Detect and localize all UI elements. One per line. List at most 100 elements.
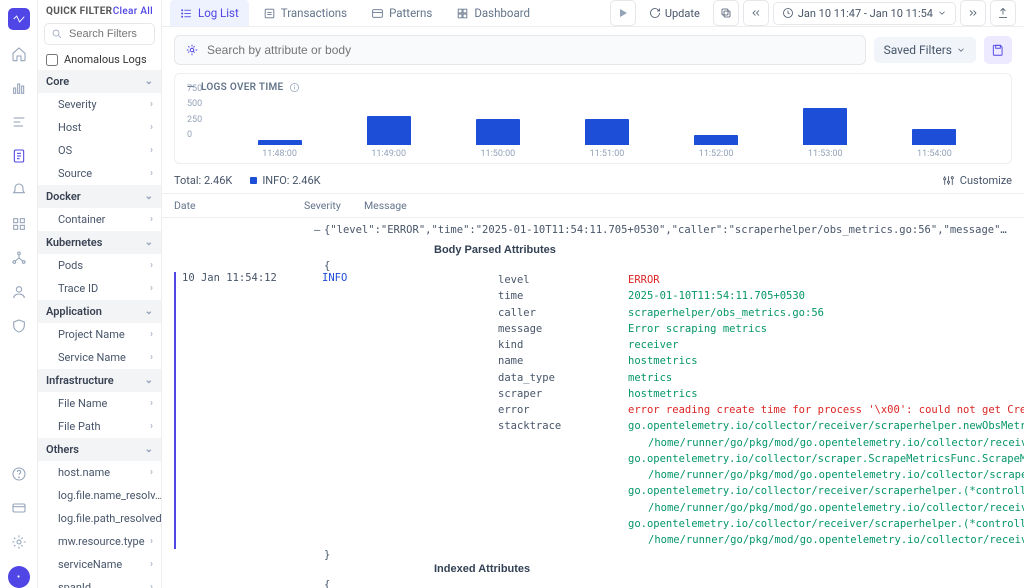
- tab-log-list[interactable]: Log List: [170, 0, 249, 26]
- grid-icon[interactable]: [9, 214, 29, 234]
- filter-item[interactable]: OS›: [38, 139, 161, 162]
- bar[interactable]: [585, 119, 629, 145]
- filter-item[interactable]: Trace ID›: [38, 277, 161, 300]
- stack-line: /home/runner/go/pkg/mod/go.opentelemetry…: [498, 500, 1024, 516]
- filter-group[interactable]: Others⌄: [38, 438, 161, 461]
- save-icon: [991, 43, 1005, 57]
- filter-item[interactable]: spanId›: [38, 576, 161, 588]
- th-date[interactable]: Date: [174, 199, 304, 212]
- filter-group[interactable]: Application⌄: [38, 300, 161, 323]
- filter-search-input[interactable]: [69, 28, 148, 40]
- chevron-right-icon: ›: [150, 168, 153, 179]
- bar-chart[interactable]: 0250500750 11:48:0011:49:0011:50:0011:51…: [187, 99, 999, 159]
- filter-group[interactable]: Kubernetes⌄: [38, 231, 161, 254]
- attr-row: time2025-01-10T11:54:11.705+0530: [498, 288, 1024, 304]
- x-tick: 11:54:00: [917, 149, 952, 159]
- tab-patterns[interactable]: Patterns: [361, 0, 442, 26]
- tab-dashboard[interactable]: Dashboard: [446, 0, 540, 26]
- filter-item[interactable]: log.file.name_resolv…›: [38, 484, 161, 507]
- logs-icon[interactable]: [9, 146, 29, 166]
- th-message[interactable]: Message: [364, 199, 1012, 212]
- bar[interactable]: [803, 108, 847, 145]
- filter-group[interactable]: Docker⌄: [38, 185, 161, 208]
- alerts-icon[interactable]: [9, 180, 29, 200]
- update-button[interactable]: Update: [640, 2, 709, 25]
- security-icon[interactable]: [9, 316, 29, 336]
- filter-item[interactable]: File Name›: [38, 392, 161, 415]
- filter-item[interactable]: serviceName›: [38, 553, 161, 576]
- bar[interactable]: [476, 119, 520, 145]
- clear-all-link[interactable]: Clear All: [113, 6, 153, 17]
- log-row-expanded: — {"level":"ERROR","time":"2025-01-10T11…: [162, 218, 1024, 588]
- attr-row: data_typemetrics: [498, 370, 1024, 386]
- stack-line: go.opentelemetry.io/collector/receiver/s…: [498, 516, 1024, 532]
- y-tick: 250: [187, 115, 202, 125]
- rum-icon[interactable]: [9, 282, 29, 302]
- caret-down-icon[interactable]: —: [314, 224, 320, 236]
- chevron-right-icon: ›: [150, 559, 153, 570]
- filter-item[interactable]: Source›: [38, 162, 161, 185]
- bar[interactable]: [694, 135, 738, 145]
- chevron-right-icon: ›: [150, 352, 153, 363]
- chevron-right-icon: ›: [150, 145, 153, 156]
- copy-button[interactable]: [713, 0, 739, 26]
- log-severity: INFO: [322, 272, 382, 549]
- saved-filters-button[interactable]: Saved Filters: [874, 37, 976, 63]
- chevrons-right-icon: [967, 7, 979, 19]
- filter-item[interactable]: mw.resource.type›: [38, 530, 161, 553]
- billing-icon[interactable]: [9, 498, 29, 518]
- save-filter-button[interactable]: [984, 36, 1012, 64]
- bar[interactable]: [367, 116, 411, 145]
- attr-row: namehostmetrics: [498, 353, 1024, 369]
- app-logo[interactable]: [8, 8, 30, 30]
- chevron-right-icon: ›: [150, 398, 153, 409]
- search-box[interactable]: [174, 35, 866, 65]
- tab-transactions[interactable]: Transactions: [253, 0, 357, 26]
- customize-button[interactable]: Customize: [942, 174, 1012, 187]
- filter-item[interactable]: Service Name›: [38, 346, 161, 369]
- nav-forward-button[interactable]: [960, 0, 986, 26]
- log-timestamp: 10 Jan 11:54:12: [174, 272, 314, 549]
- filter-item[interactable]: host.name›: [38, 461, 161, 484]
- x-tick: 11:50:00: [480, 149, 515, 159]
- filter-group[interactable]: Infrastructure⌄: [38, 369, 161, 392]
- info-icon[interactable]: [289, 82, 300, 93]
- filter-item[interactable]: Project Name›: [38, 323, 161, 346]
- nav-back-button[interactable]: [743, 0, 769, 26]
- raw-message[interactable]: — {"level":"ERROR","time":"2025-01-10T11…: [174, 222, 1012, 242]
- logs-over-time-card: — LOGS OVER TIME 0250500750 11:48:0011:4…: [174, 73, 1012, 164]
- x-tick: 11:48:00: [262, 149, 297, 159]
- anomalous-checkbox[interactable]: Anomalous Logs: [38, 49, 161, 70]
- chevron-right-icon: ›: [150, 122, 153, 133]
- avatar[interactable]: •: [8, 566, 30, 588]
- filter-item[interactable]: Pods›: [38, 254, 161, 277]
- filter-item[interactable]: Host›: [38, 116, 161, 139]
- bar[interactable]: [258, 140, 302, 145]
- filter-item[interactable]: Severity›: [38, 93, 161, 116]
- home-icon[interactable]: [9, 44, 29, 64]
- traces-icon[interactable]: [9, 112, 29, 132]
- timerange-picker[interactable]: Jan 10 11:47 - Jan 10 11:54: [773, 2, 956, 25]
- filter-item[interactable]: log.file.path_resolved›: [38, 507, 161, 530]
- metrics-icon[interactable]: [9, 78, 29, 98]
- filter-search[interactable]: [44, 23, 155, 45]
- th-severity[interactable]: Severity: [304, 199, 364, 212]
- chevron-down-icon: ⌄: [145, 76, 153, 87]
- filter-item[interactable]: Container›: [38, 208, 161, 231]
- y-tick: 0: [187, 130, 192, 140]
- sliders-icon: [942, 174, 955, 187]
- bar[interactable]: [912, 129, 956, 145]
- dashboard-icon: [456, 7, 469, 20]
- filter-group[interactable]: Core⌄: [38, 70, 161, 93]
- help-icon[interactable]: [9, 464, 29, 484]
- settings-icon[interactable]: [9, 532, 29, 552]
- services-icon[interactable]: [9, 248, 29, 268]
- table-header: Date Severity Message: [162, 193, 1024, 218]
- sparkle-icon: [185, 43, 199, 57]
- filter-item[interactable]: File Path›: [38, 415, 161, 438]
- search-input[interactable]: [207, 43, 855, 57]
- attr-row: messageError scraping metrics: [498, 321, 1024, 337]
- play-button[interactable]: [610, 0, 636, 26]
- filter-sidebar: QUICK FILTER Clear All Anomalous Logs Co…: [38, 0, 162, 588]
- export-button[interactable]: [990, 0, 1016, 26]
